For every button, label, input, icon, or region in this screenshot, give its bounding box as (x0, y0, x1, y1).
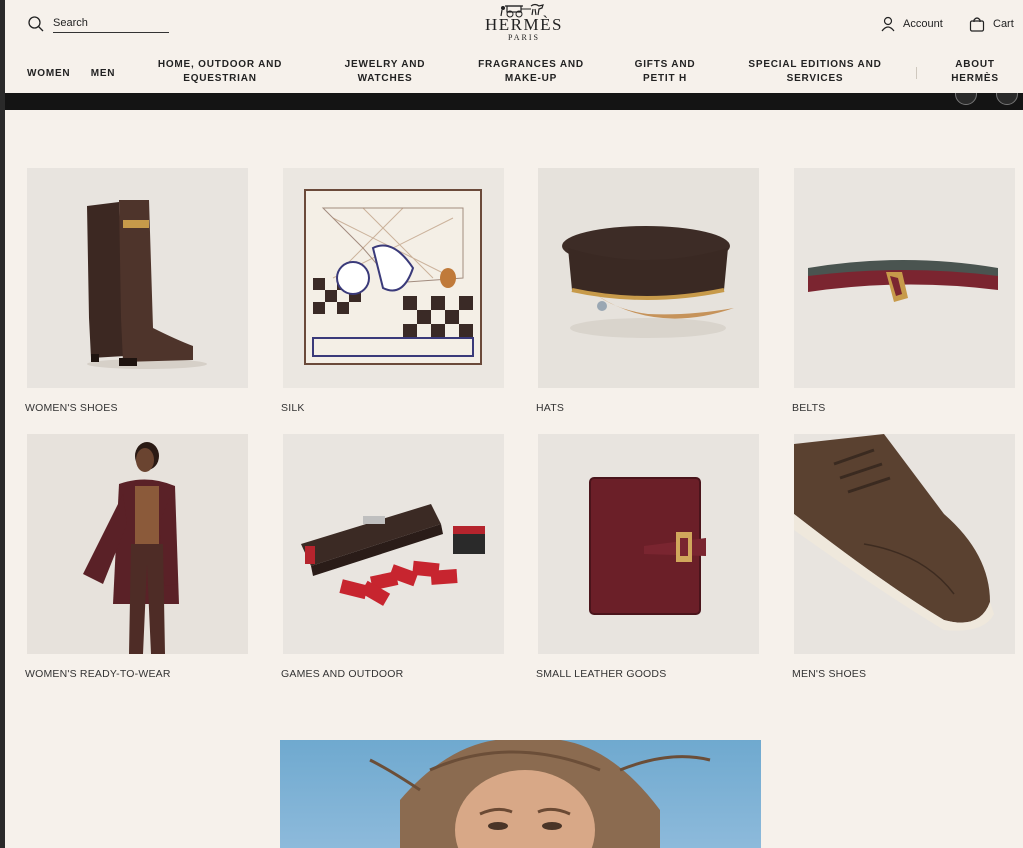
cart-link[interactable]: Cart (969, 14, 1014, 34)
category-label: BELTS (792, 402, 826, 414)
belt-image (794, 168, 1015, 388)
cap-image (538, 168, 759, 388)
category-label: HATS (536, 402, 565, 414)
nav-item-label: EQUESTRIAN (183, 73, 257, 84)
category-card-small-leather-goods[interactable]: SMALL LEATHER GOODS (536, 434, 759, 680)
category-label: SMALL LEATHER GOODS (536, 668, 667, 680)
window-left-edge (0, 0, 5, 848)
nav-item-fragrances-makeup[interactable]: FRAGRANCES AND MAKE-UP (475, 58, 587, 86)
nav-item-women[interactable]: WOMEN (27, 67, 71, 81)
hermes-logo[interactable]: HERMÈS PARIS (479, 2, 569, 48)
category-card-hats[interactable]: HATS (536, 168, 759, 414)
category-label: WOMEN'S READY-TO-WEAR (25, 668, 171, 680)
dominoes-image (283, 434, 504, 654)
nav-item-label: SERVICES (786, 73, 844, 84)
nav-item-label: ABOUT (955, 59, 995, 70)
wallet-image (538, 434, 759, 654)
nav-item-label: HERMÈS (951, 73, 999, 84)
shoe-image (794, 434, 1015, 654)
search-box[interactable]: Search (27, 14, 169, 34)
banner-sound-button[interactable] (996, 93, 1018, 105)
account-link[interactable]: Account (881, 14, 943, 34)
nav-item-label: MAKE-UP (504, 73, 558, 84)
category-card-silk[interactable]: SILK (281, 168, 504, 414)
nav-item-label: GIFTS AND (634, 59, 696, 70)
hero-banner-image[interactable] (280, 740, 761, 848)
banner-pause-button[interactable] (955, 93, 977, 105)
portrait-image (369, 740, 711, 848)
nav-item-label: FRAGRANCES AND (478, 59, 584, 70)
banner-strip (5, 93, 1023, 110)
nav-item-men[interactable]: MEN (89, 67, 117, 81)
category-card-games-and-outdoor[interactable]: GAMES AND OUTDOOR (281, 434, 504, 680)
site-header: Search HERMÈS PARIS Account Cart WOMEN M… (5, 0, 1023, 93)
category-label: GAMES AND OUTDOOR (281, 668, 404, 680)
nav-item-jewelry-watches[interactable]: JEWELRY AND WATCHES (335, 58, 435, 86)
nav-item-home-outdoor-equestrian[interactable]: HOME, OUTDOOR AND EQUESTRIAN (150, 58, 290, 86)
nav-item-about-hermes[interactable]: ABOUT HERMÈS (945, 58, 1005, 86)
nav-divider (916, 67, 917, 79)
nav-item-label: MEN (90, 68, 116, 79)
model-image (27, 434, 248, 654)
nav-item-label: SPECIAL EDITIONS AND (748, 59, 882, 70)
logo-subtitle: PARIS (508, 33, 540, 42)
account-label: Account (903, 18, 943, 30)
category-label: SILK (281, 402, 305, 414)
search-input[interactable]: Search (53, 15, 169, 33)
shopping-bag-icon (969, 17, 985, 32)
nav-item-label: WOMEN (27, 68, 71, 79)
nav-item-label: PETIT H (643, 73, 687, 84)
category-card-mens-shoes[interactable]: MEN'S SHOES (792, 434, 1015, 680)
nav-item-gifts-petit-h[interactable]: GIFTS AND PETIT H (625, 58, 705, 86)
search-icon (28, 16, 44, 32)
cart-label: Cart (993, 18, 1014, 30)
category-label: MEN'S SHOES (792, 668, 867, 680)
category-card-womens-shoes[interactable]: WOMEN'S SHOES (25, 168, 248, 414)
logo-wordmark: HERMÈS (485, 15, 563, 34)
category-card-womens-ready-to-wear[interactable]: WOMEN'S READY-TO-WEAR (25, 434, 248, 680)
category-card-belts[interactable]: BELTS (792, 168, 1015, 414)
nav-item-label: WATCHES (357, 73, 413, 84)
category-label: WOMEN'S SHOES (25, 402, 118, 414)
nav-item-special-editions-services[interactable]: SPECIAL EDITIONS AND SERVICES (740, 58, 890, 86)
boot-image (27, 168, 248, 388)
nav-item-label: HOME, OUTDOOR AND (157, 59, 283, 70)
user-icon (881, 16, 895, 32)
scarf-image (283, 168, 504, 388)
nav-item-label: JEWELRY AND (344, 59, 426, 70)
